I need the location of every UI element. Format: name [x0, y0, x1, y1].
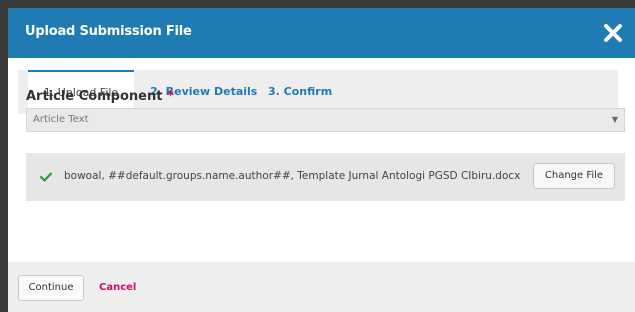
change-file-button[interactable]: Change File: [533, 163, 615, 189]
dialog-header: Upload Submission File: [8, 8, 635, 58]
article-component-label-text: Article Component: [26, 89, 163, 104]
article-component-value: Article Text: [33, 114, 89, 125]
article-component-select[interactable]: Article Text ▼: [26, 108, 625, 132]
chevron-down-icon: ▼: [611, 115, 618, 124]
dialog-footer: Continue Cancel: [8, 262, 635, 312]
file-name: bowoal, ##default.groups.name.author##, …: [64, 170, 521, 182]
dialog-title: Upload Submission File: [25, 24, 192, 39]
upload-dialog: Upload Submission File 1. Upload File 2.…: [8, 8, 635, 312]
required-mark: *: [166, 89, 174, 104]
close-icon[interactable]: [601, 21, 625, 45]
cancel-link[interactable]: Cancel: [99, 282, 136, 293]
uploaded-file-row: bowoal, ##default.groups.name.author##, …: [26, 153, 625, 201]
check-icon: [39, 169, 53, 183]
article-component-label: Article Component *: [26, 89, 174, 104]
continue-button[interactable]: Continue: [18, 275, 84, 301]
